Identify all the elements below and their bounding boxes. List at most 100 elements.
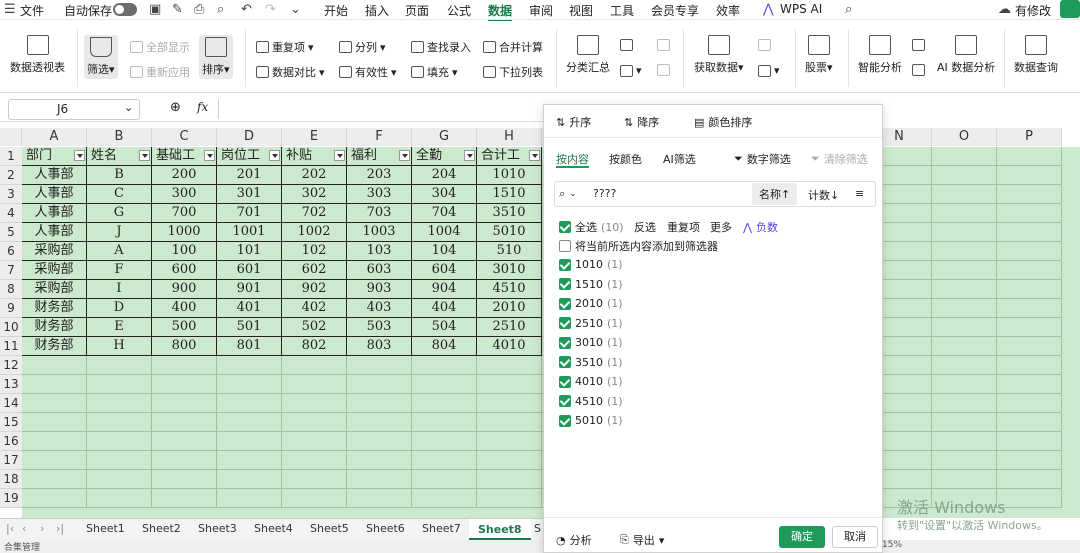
row-header[interactable]: 2 [0, 166, 22, 185]
table-cell[interactable]: 801 [217, 337, 282, 356]
row-header[interactable]: 8 [0, 280, 22, 299]
cell[interactable] [932, 147, 997, 166]
cell[interactable] [412, 394, 477, 413]
table-cell[interactable]: 204 [412, 166, 477, 185]
clear-filter-button[interactable]: ⏷ 清除筛选 [811, 151, 868, 167]
table-cell[interactable]: 504 [412, 318, 477, 337]
cell[interactable] [997, 489, 1062, 508]
tab-home[interactable]: 开始 [324, 2, 348, 19]
tab-page[interactable]: 页面 [405, 2, 429, 19]
column-header[interactable]: F [347, 128, 412, 146]
cell[interactable] [997, 223, 1062, 242]
table-cell[interactable]: 704 [412, 204, 477, 223]
save-icon[interactable]: ▣ [149, 2, 161, 17]
table-cell[interactable]: 203 [347, 166, 412, 185]
cell[interactable] [347, 375, 412, 394]
merge-calc-button[interactable]: 合并计算 [483, 39, 543, 55]
table-cell[interactable]: 902 [282, 280, 347, 299]
table-cell[interactable]: 510 [477, 242, 542, 261]
table-cell[interactable]: 503 [347, 318, 412, 337]
table-tool2-button[interactable] [912, 64, 925, 76]
header-cell[interactable]: 福利 [347, 147, 412, 166]
dropdown-list-button[interactable]: 下拉列表 [483, 64, 543, 80]
share-button[interactable] [1060, 0, 1080, 18]
data-compare-button[interactable]: 数据对比 ▾ [256, 64, 325, 80]
row-header[interactable]: 17 [0, 451, 22, 470]
table-cell[interactable]: 202 [282, 166, 347, 185]
sheet-tab[interactable]: Sheet1 [86, 522, 125, 535]
table-cell[interactable]: 904 [412, 280, 477, 299]
table-cell[interactable]: J [87, 223, 152, 242]
cell[interactable] [997, 413, 1062, 432]
table-cell[interactable]: 201 [217, 166, 282, 185]
column-header[interactable]: H [477, 128, 542, 146]
cell[interactable] [997, 337, 1062, 356]
filter-dropdown-icon[interactable] [269, 150, 280, 161]
invert-selection-button[interactable]: 反选 [634, 219, 656, 235]
cell[interactable] [932, 394, 997, 413]
refresh-button[interactable] [758, 39, 771, 51]
cell[interactable] [22, 356, 87, 375]
cell[interactable] [217, 489, 282, 508]
stocks-button[interactable]: 股票▾ [805, 35, 833, 75]
table-cell[interactable]: 603 [347, 261, 412, 280]
table-cell[interactable]: 4510 [477, 280, 542, 299]
table-cell[interactable]: 401 [217, 299, 282, 318]
filter-dropdown-icon[interactable] [204, 150, 215, 161]
autosave-toggle[interactable] [113, 3, 137, 16]
fx-icon[interactable]: fx [197, 100, 208, 114]
cell[interactable] [997, 299, 1062, 318]
print-icon[interactable]: ⎙ [194, 2, 204, 17]
get-data-button[interactable]: 获取数据▾ [694, 35, 744, 75]
header-cell[interactable]: 岗位工 [217, 147, 282, 166]
cell[interactable] [87, 394, 152, 413]
prev-sheet-icon[interactable]: ‹ [22, 522, 26, 535]
cell[interactable] [932, 280, 997, 299]
cell[interactable] [932, 204, 997, 223]
cell[interactable] [347, 470, 412, 489]
table-cell[interactable]: 2010 [477, 299, 542, 318]
add-to-filter-item[interactable]: 将当前所选内容添加到筛选器 [559, 238, 718, 254]
row-header[interactable]: 4 [0, 204, 22, 223]
table-cell[interactable]: 人事部 [22, 223, 87, 242]
confirm-button[interactable]: 确定 [779, 526, 825, 548]
table-cell[interactable]: A [87, 242, 152, 261]
cell[interactable] [217, 432, 282, 451]
cell[interactable] [932, 470, 997, 489]
header-cell[interactable]: 合计工 [477, 147, 542, 166]
more-button[interactable]: 更多 [710, 219, 732, 235]
filter-value-item[interactable]: 5010 (1) [559, 414, 623, 427]
color-sort-button[interactable]: ▤ 颜色排序 [694, 114, 752, 130]
cell[interactable] [997, 394, 1062, 413]
column-header[interactable]: G [412, 128, 477, 146]
tab-data[interactable]: 数据 [488, 2, 513, 22]
row-header[interactable]: 11 [0, 337, 22, 356]
cell[interactable] [282, 432, 347, 451]
analysis-button[interactable]: ◔ 分析 [556, 532, 592, 548]
tab-member[interactable]: 会员专享 [651, 2, 699, 19]
ai-analysis-button[interactable]: AI 数据分析 [937, 35, 995, 75]
hide-detail-button[interactable] [657, 64, 670, 76]
cell[interactable] [152, 432, 217, 451]
select-all-item[interactable]: 全选 (10) [559, 219, 624, 235]
cell[interactable] [22, 451, 87, 470]
table-cell[interactable]: 财务部 [22, 318, 87, 337]
filter-dropdown-icon[interactable] [529, 150, 540, 161]
cell[interactable] [152, 413, 217, 432]
filter-dropdown-icon[interactable] [399, 150, 410, 161]
filter-value-item[interactable]: 3010 (1) [559, 336, 623, 349]
cell[interactable] [87, 413, 152, 432]
table-cell[interactable]: D [87, 299, 152, 318]
connections-button[interactable]: ▾ [758, 64, 780, 77]
cell[interactable] [997, 261, 1062, 280]
cell[interactable] [932, 451, 997, 470]
cell[interactable] [477, 413, 542, 432]
split-column-button[interactable]: 分列 ▾ [339, 39, 386, 55]
column-header[interactable]: O [932, 128, 997, 146]
table-cell[interactable]: 500 [152, 318, 217, 337]
cell[interactable] [282, 413, 347, 432]
cell[interactable] [997, 356, 1062, 375]
table-cell[interactable]: 304 [412, 185, 477, 204]
table-cell[interactable]: 5010 [477, 223, 542, 242]
cell[interactable] [87, 489, 152, 508]
